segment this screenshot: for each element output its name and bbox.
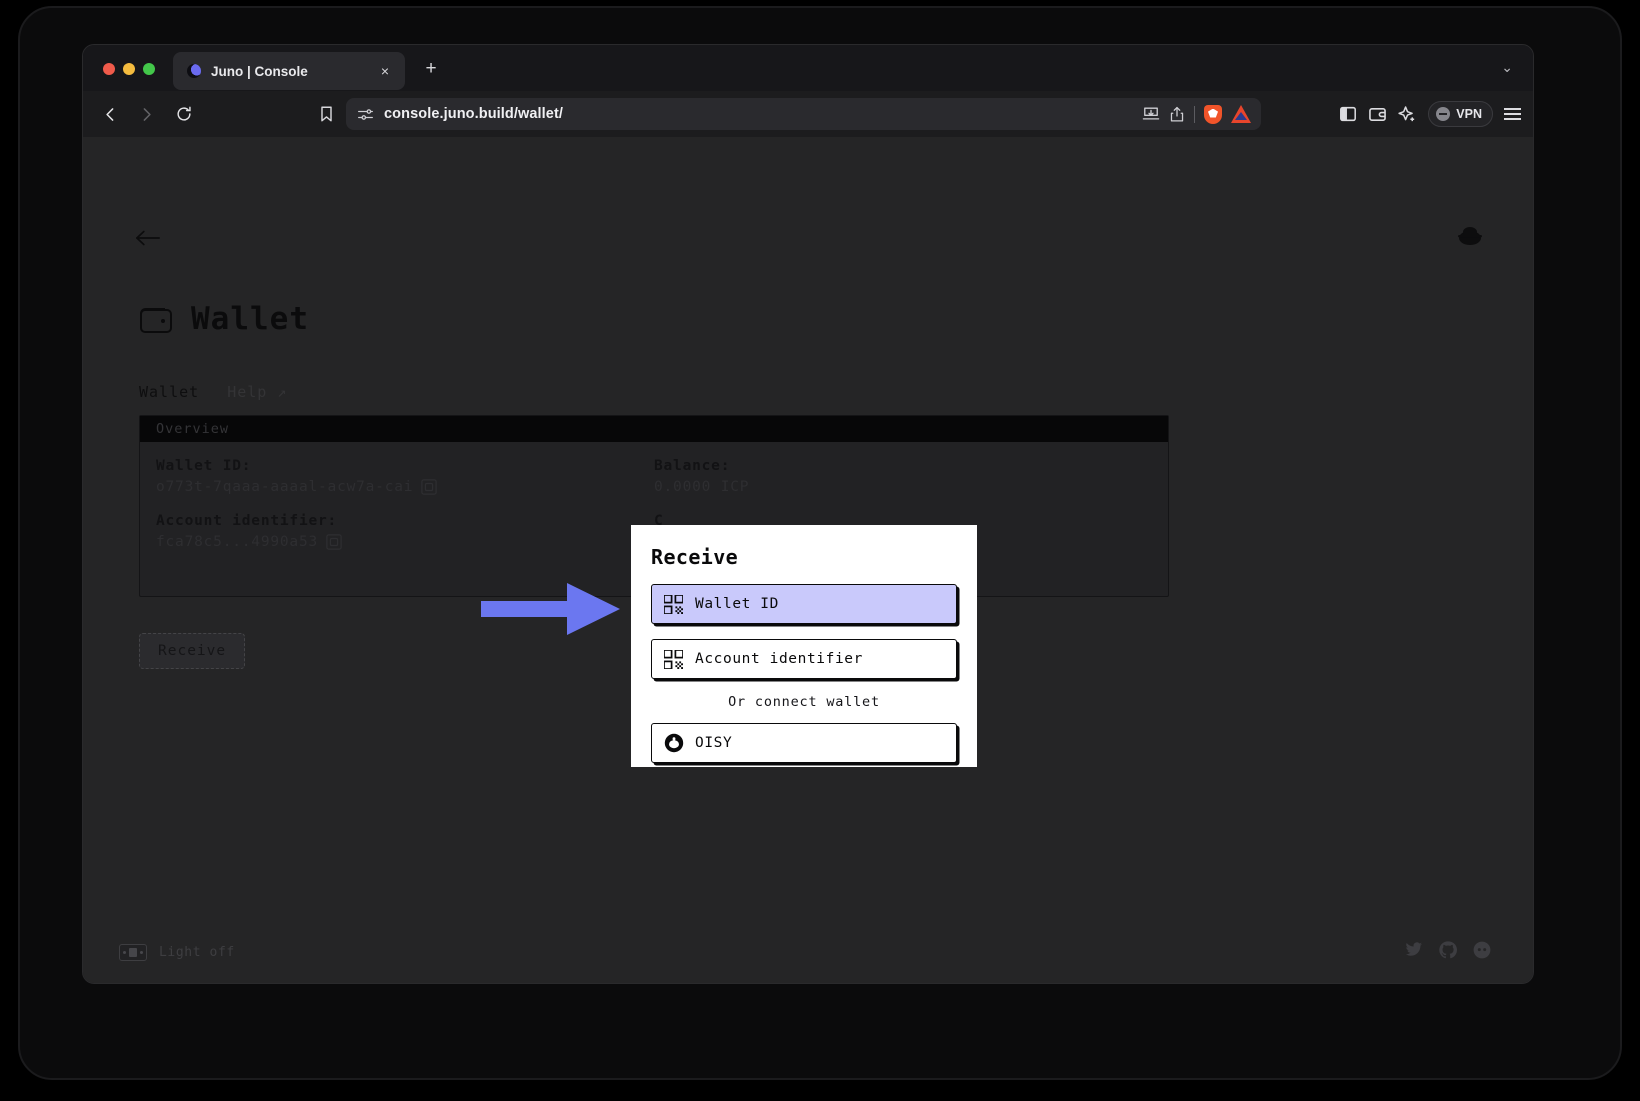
- modal-option-label: Account identifier: [695, 651, 863, 667]
- modal-title: Receive: [651, 545, 957, 569]
- modal-option-label: Wallet ID: [695, 596, 779, 612]
- window-minimize-button[interactable]: [123, 63, 135, 75]
- toolbar-divider: [1194, 106, 1195, 123]
- browser-tab[interactable]: Juno | Console ×: [173, 52, 405, 90]
- vpn-status-icon: [1436, 107, 1450, 121]
- site-settings-icon[interactable]: [357, 106, 374, 123]
- address-bar[interactable]: console.juno.build/wallet/: [346, 98, 1261, 130]
- browser-tab-label: Juno | Console: [211, 64, 308, 79]
- qr-code-icon: [664, 595, 683, 614]
- window-maximize-button[interactable]: [143, 63, 155, 75]
- hamburger-menu-icon[interactable]: [1504, 108, 1521, 120]
- address-bar-actions: [1142, 98, 1251, 130]
- window-close-button[interactable]: [103, 63, 115, 75]
- chevron-down-icon[interactable]: ⌄: [1501, 59, 1513, 76]
- reload-icon[interactable]: [169, 99, 199, 129]
- forward-arrow-icon[interactable]: [131, 99, 161, 129]
- leo-sparkle-icon[interactable]: [1398, 105, 1417, 124]
- bookmark-icon[interactable]: [311, 99, 341, 129]
- modal-option-account-identifier[interactable]: Account identifier: [651, 639, 957, 679]
- new-tab-button[interactable]: +: [419, 58, 443, 82]
- downloads-icon[interactable]: [1142, 106, 1160, 122]
- modal-option-oisy[interactable]: OISY: [651, 723, 957, 763]
- browser-window: Juno | Console × + ⌄: [82, 44, 1534, 984]
- brave-shields-icon[interactable]: [1204, 105, 1222, 124]
- laptop-screen-frame: Juno | Console × + ⌄: [18, 6, 1622, 1080]
- qr-code-icon: [664, 650, 683, 669]
- sidebar-panel-icon[interactable]: [1339, 105, 1357, 123]
- back-arrow-icon[interactable]: [95, 99, 125, 129]
- close-icon[interactable]: ×: [377, 63, 393, 79]
- receive-modal: Receive Wallet ID: [631, 525, 977, 767]
- warning-triangle-icon[interactable]: [1231, 105, 1251, 123]
- share-icon[interactable]: [1169, 106, 1185, 123]
- browser-toolbar: console.juno.build/wallet/: [83, 91, 1533, 137]
- brave-wallet-icon[interactable]: [1368, 106, 1387, 123]
- browser-tab-strip: Juno | Console × + ⌄: [83, 45, 1533, 91]
- oisy-logo-icon: [664, 733, 684, 753]
- vpn-label: VPN: [1456, 107, 1482, 121]
- connect-wallet-divider: Or connect wallet: [651, 694, 957, 710]
- page-viewport: Wallet Wallet Help ↗ Overview Wallet ID:…: [83, 137, 1533, 984]
- modal-option-label: OISY: [695, 735, 732, 751]
- toolbar-right-actions: VPN: [1339, 91, 1521, 137]
- vpn-toggle[interactable]: VPN: [1428, 101, 1493, 127]
- juno-favicon: [187, 64, 201, 78]
- modal-option-wallet-id[interactable]: Wallet ID: [651, 584, 957, 624]
- url-text: console.juno.build/wallet/: [384, 106, 563, 122]
- pointer-arrow: [481, 580, 621, 638]
